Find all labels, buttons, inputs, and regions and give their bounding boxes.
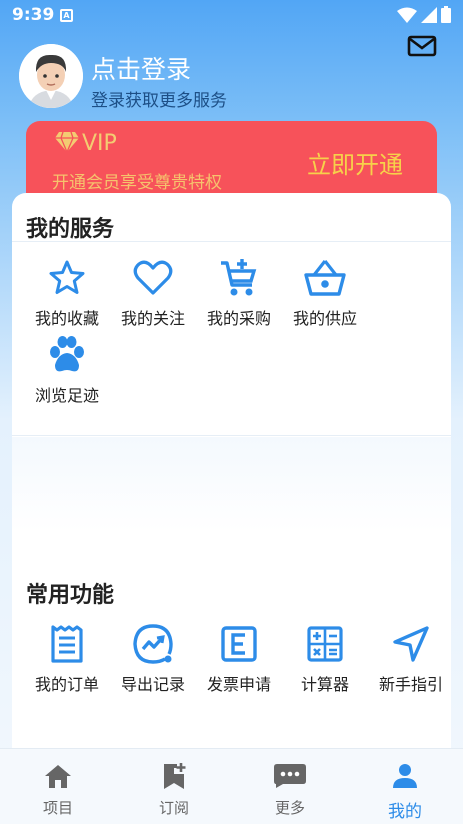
battery-icon xyxy=(441,6,451,23)
mail-icon[interactable] xyxy=(407,34,437,58)
login-subtitle: 登录获取更多服务 xyxy=(91,91,227,111)
vip-card[interactable]: VIP 开通会员享受尊贵特权 立即开通 xyxy=(26,121,437,201)
service-purchase[interactable]: 我的采购 xyxy=(196,255,282,329)
vip-label: VIP xyxy=(82,131,117,156)
heart-icon xyxy=(133,260,173,295)
divider xyxy=(12,241,451,242)
service-label: 我的采购 xyxy=(206,309,271,328)
chart-export-icon xyxy=(133,624,173,664)
tab-more[interactable]: 更多 xyxy=(245,761,335,818)
service-label: 我的供应 xyxy=(292,309,357,328)
avatar-icon xyxy=(19,44,83,108)
function-invoice[interactable]: 发票申请 xyxy=(196,621,282,695)
divider xyxy=(12,435,451,436)
function-label: 计算器 xyxy=(300,675,349,694)
receipt-icon xyxy=(51,625,83,663)
diamond-icon xyxy=(55,131,79,153)
service-label: 我的收藏 xyxy=(34,309,99,328)
home-icon xyxy=(45,765,71,788)
function-calculator[interactable]: 计算器 xyxy=(282,621,368,695)
tab-subscribe[interactable]: 订阅 xyxy=(129,761,219,818)
main-card: 我的服务 我的收藏 我的关注 我的采购 我的供应 浏览足迹 常用功能 我的订单 … xyxy=(12,193,451,748)
avatar[interactable] xyxy=(19,44,83,108)
invoice-icon xyxy=(221,626,257,662)
function-label: 新手指引 xyxy=(378,675,443,694)
service-label: 我的关注 xyxy=(120,309,185,328)
service-label: 浏览足迹 xyxy=(34,386,99,405)
function-label: 导出记录 xyxy=(120,675,185,694)
function-label: 我的订单 xyxy=(34,675,99,694)
function-orders[interactable]: 我的订单 xyxy=(24,621,110,695)
vip-open-button[interactable]: 立即开通 xyxy=(307,145,403,180)
service-history[interactable]: 浏览足迹 xyxy=(24,332,110,406)
service-following[interactable]: 我的关注 xyxy=(110,255,196,329)
login-title[interactable]: 点击登录 xyxy=(91,50,191,86)
tab-label: 订阅 xyxy=(158,799,189,817)
bookmark-add-icon xyxy=(164,763,186,789)
wifi-icon xyxy=(397,7,417,23)
signal-icon xyxy=(421,6,437,23)
basket-icon xyxy=(304,260,346,296)
service-supply[interactable]: 我的供应 xyxy=(282,255,368,329)
more-chat-icon xyxy=(274,764,306,788)
star-icon xyxy=(49,260,85,294)
paw-icon xyxy=(50,336,84,372)
tab-label: 我的 xyxy=(388,802,422,822)
tab-mine[interactable]: 我的 xyxy=(360,761,450,822)
my-services-title: 我的服务 xyxy=(26,217,115,242)
notification-icon: A xyxy=(60,9,73,22)
cart-add-icon xyxy=(221,259,257,296)
common-functions-title: 常用功能 xyxy=(26,583,115,608)
person-icon xyxy=(393,764,417,788)
blank-area xyxy=(12,437,451,532)
status-time: 9:39 xyxy=(12,5,55,25)
service-favorites[interactable]: 我的收藏 xyxy=(24,255,110,329)
function-label: 发票申请 xyxy=(206,675,271,694)
status-bar: 9:39 A xyxy=(0,0,463,30)
tab-label: 更多 xyxy=(274,799,305,817)
tab-projects[interactable]: 项目 xyxy=(13,761,103,818)
function-guide[interactable]: 新手指引 xyxy=(368,621,454,695)
calculator-icon xyxy=(307,626,343,662)
vip-description: 开通会员享受尊贵特权 xyxy=(52,173,222,193)
tab-label: 项目 xyxy=(42,799,73,817)
function-export[interactable]: 导出记录 xyxy=(110,621,196,695)
bottom-tab-bar: 项目 订阅 更多 我的 xyxy=(0,748,463,824)
status-icons xyxy=(397,6,451,23)
navigation-icon xyxy=(393,626,429,662)
